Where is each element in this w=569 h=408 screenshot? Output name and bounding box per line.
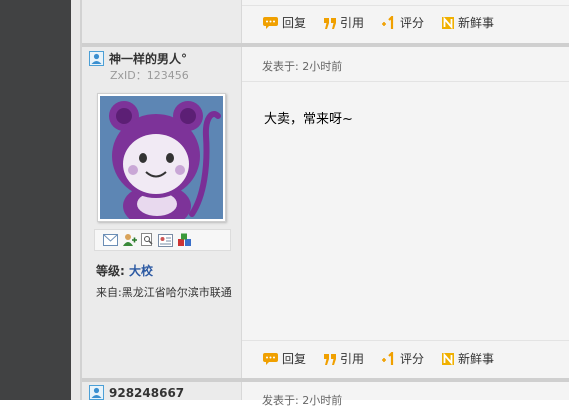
rate-label: 评分 — [400, 16, 425, 30]
fresh-news-button[interactable]: 新鲜事 — [441, 350, 494, 367]
rate-button[interactable]: 评分 — [381, 350, 424, 367]
column-divider — [241, 382, 242, 400]
reply-label: 回复 — [282, 16, 307, 30]
post-footer-divider — [242, 340, 569, 341]
post-author: 神一样的男人° — [89, 50, 187, 67]
reply-icon — [263, 16, 278, 29]
user-icon — [89, 385, 104, 400]
column-divider — [241, 47, 242, 378]
message-icon[interactable] — [103, 234, 118, 246]
prev-post-author-column — [82, 0, 241, 43]
zxid: ZxID：123456 — [110, 67, 189, 83]
quote-button[interactable]: 引用 — [323, 350, 364, 367]
post-actions: 回复 引用 评分 新鲜事 — [262, 350, 511, 367]
post-time: 发表于: 2小时前 — [262, 60, 343, 73]
profile-search-icon[interactable] — [141, 233, 154, 247]
user-icon — [89, 51, 104, 66]
zxid-label: ZxID： — [110, 69, 147, 82]
post-time: 发表于: 2小时前 — [262, 394, 343, 407]
user-level: 等级: 大校 — [96, 262, 153, 279]
user-location: 来自:黑龙江省哈尔滨市联通 — [96, 286, 236, 300]
fresh-news-icon — [442, 352, 455, 365]
quote-icon — [324, 353, 337, 365]
from-label: 来自: — [96, 286, 122, 299]
level-label: 等级: — [96, 264, 125, 278]
reply-icon — [263, 352, 278, 365]
rate-label: 评分 — [400, 352, 425, 366]
blocks-icon[interactable] — [177, 233, 192, 247]
page-margin-dark — [0, 0, 71, 400]
rate-plus-one-icon — [382, 351, 394, 365]
post-body-column — [242, 47, 569, 378]
quote-button[interactable]: 引用 — [323, 14, 364, 31]
prev-post-divider — [242, 5, 569, 6]
fresh-news-button[interactable]: 新鲜事 — [441, 14, 494, 31]
zxid-value: 123456 — [146, 69, 189, 82]
reply-label: 回复 — [282, 352, 307, 366]
author-tools — [94, 229, 231, 251]
avatar-image — [100, 96, 223, 219]
post-content: 大卖，常来呀~ — [264, 112, 353, 127]
profile-card-icon[interactable] — [158, 233, 173, 247]
next-post-author: 928248667 — [89, 385, 184, 400]
author-name[interactable]: 神一样的男人° — [109, 50, 187, 67]
quote-label: 引用 — [340, 352, 365, 366]
post-header-divider — [242, 81, 569, 82]
fresh-news-icon — [442, 16, 455, 29]
reply-button[interactable]: 回复 — [262, 14, 306, 31]
level-value[interactable]: 大校 — [129, 264, 153, 278]
quote-icon — [324, 17, 337, 29]
page-margin-edge — [71, 0, 82, 400]
avatar[interactable] — [97, 93, 226, 222]
author-name[interactable]: 928248667 — [109, 386, 184, 400]
rate-plus-one-icon — [382, 15, 394, 29]
fresh-news-label: 新鲜事 — [458, 16, 495, 30]
fresh-news-label: 新鲜事 — [458, 352, 495, 366]
quote-label: 引用 — [340, 16, 365, 30]
from-value: 黑龙江省哈尔滨市联通 — [121, 286, 232, 299]
column-divider — [241, 0, 242, 43]
reply-button[interactable]: 回复 — [262, 350, 306, 367]
add-friend-icon[interactable] — [122, 233, 137, 247]
rate-button[interactable]: 评分 — [381, 14, 424, 31]
prev-post-actions: 回复 引用 评分 新鲜事 — [262, 14, 511, 31]
